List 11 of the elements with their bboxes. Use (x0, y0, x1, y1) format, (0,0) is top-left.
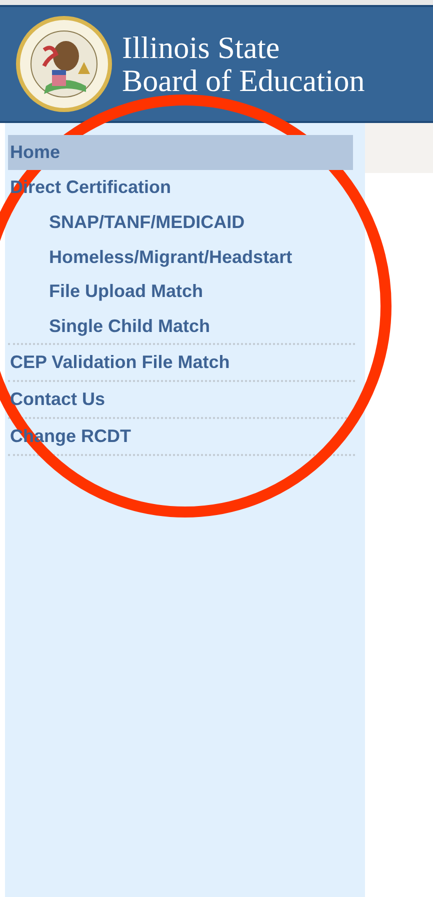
sidebar-item[interactable]: Contact Us (8, 382, 353, 417)
sidebar-subitem[interactable]: Homeless/Migrant/Headstart (8, 240, 353, 274)
content-strip (365, 123, 433, 173)
sidebar-subitem[interactable]: Single Child Match (8, 308, 353, 343)
site-title: Illinois State (122, 31, 281, 64)
sidebar-subitem[interactable]: SNAP/TANF/MEDICAID (8, 205, 353, 240)
state-seal-icon (14, 14, 114, 114)
site-title: Board of Education (122, 64, 365, 97)
sidebar-item[interactable]: Home (8, 135, 353, 170)
sidebar-item[interactable]: CEP Validation File Match (8, 345, 353, 380)
sidebar-subitem[interactable]: File Upload Match (8, 274, 353, 308)
